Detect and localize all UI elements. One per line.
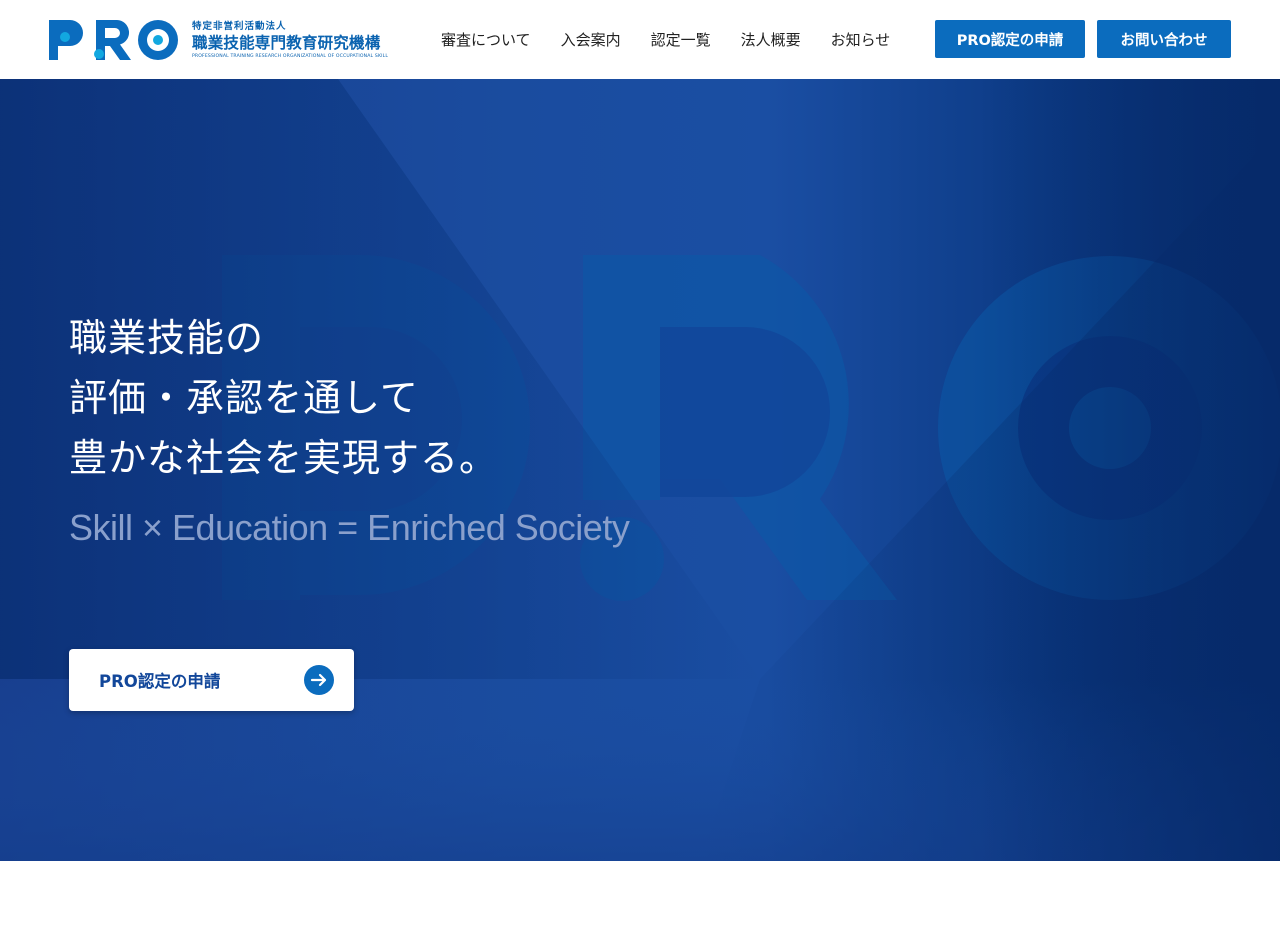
hero-apply-button-label: PRO認定の申請	[99, 672, 221, 691]
contact-button[interactable]: お問い合わせ	[1097, 20, 1231, 58]
hero-title-line-2: 評価・承認を通して	[69, 376, 419, 420]
nav-item-news[interactable]: お知らせ	[816, 29, 906, 50]
hero-title-line-3: 豊かな社会を実現する。	[69, 436, 499, 480]
main-nav: 審査について 入会案内 認定一覧 法人概要 お知らせ	[426, 0, 905, 79]
nav-item-membership[interactable]: 入会案内	[546, 29, 636, 50]
hero-title: 職業技能の 評価・承認を通して 豊かな社会を実現する。	[69, 308, 498, 488]
pro-logo-icon	[49, 20, 178, 60]
nav-item-certified-list[interactable]: 認定一覧	[636, 29, 726, 50]
arrow-right-circle-icon	[304, 665, 334, 695]
apply-button[interactable]: PRO認定の申請	[935, 20, 1085, 58]
nav-item-review[interactable]: 審査について	[426, 29, 546, 50]
site-header: 特定非営利活動法人 職業技能専門教育研究機構 PROFESSIONAL TRAI…	[0, 0, 1280, 79]
logo-text: 特定非営利活動法人 職業技能専門教育研究機構 PROFESSIONAL TRAI…	[192, 21, 388, 60]
site-logo[interactable]: 特定非営利活動法人 職業技能専門教育研究機構 PROFESSIONAL TRAI…	[48, 17, 410, 63]
logo-org-type: 特定非営利活動法人	[192, 20, 287, 32]
logo-org-name-en: PROFESSIONAL TRAINING RESEARCH ORGANIZAT…	[192, 53, 389, 59]
hero-section: 職業技能の 評価・承認を通して 豊かな社会を実現する。 Skill × Educ…	[0, 79, 1280, 861]
hero-apply-button[interactable]: PRO認定の申請	[69, 649, 354, 711]
logo-org-name: 職業技能専門教育研究機構	[192, 33, 381, 52]
nav-item-about[interactable]: 法人概要	[726, 29, 816, 50]
hero-title-line-1: 職業技能の	[69, 316, 265, 360]
hero-subtitle: Skill × Education = Enriched Society	[69, 507, 630, 548]
